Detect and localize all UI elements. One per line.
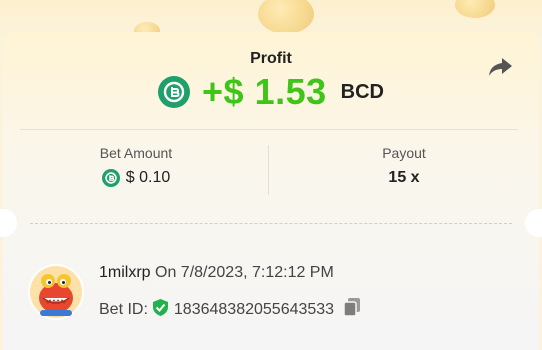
payout-section: Payout 15 x xyxy=(269,145,539,187)
divider xyxy=(20,129,518,130)
payout-label: Payout xyxy=(382,145,426,161)
username[interactable]: 1milxrp xyxy=(99,264,151,281)
bet-timestamp: On 7/8/2023, 7:12:12 PM xyxy=(155,264,334,281)
profit-label: Profit xyxy=(250,50,292,67)
bet-amount-label: Bet Amount xyxy=(99,145,173,161)
bcd-coin-icon xyxy=(101,169,120,187)
bet-id-value: 183648382055643533 xyxy=(173,300,335,318)
user-info: 1milxrp On 7/8/2023, 7:12:12 PM xyxy=(99,264,334,282)
share-icon[interactable] xyxy=(487,55,513,79)
bet-id-row: Bet ID: 183648382055643533 xyxy=(99,297,362,322)
bet-amount-row: $ 0.10 xyxy=(3,169,269,187)
profit-value: +$ 1.53 xyxy=(202,71,327,112)
bcd-coin-icon xyxy=(158,76,191,108)
payout-value: 15 x xyxy=(388,169,420,186)
bet-id-label: Bet ID: xyxy=(99,300,148,318)
bet-amount-section: Bet Amount $ 0.10 xyxy=(3,145,269,187)
avatar[interactable] xyxy=(28,264,84,320)
copy-icon[interactable] xyxy=(342,297,362,322)
dashed-divider xyxy=(30,223,512,224)
currency-label: BCD xyxy=(340,80,384,103)
bet-amount-value: $ 0.10 xyxy=(125,169,171,186)
profit-row: +$ 1.53 BCD xyxy=(0,71,542,112)
shield-check-icon xyxy=(152,298,169,322)
